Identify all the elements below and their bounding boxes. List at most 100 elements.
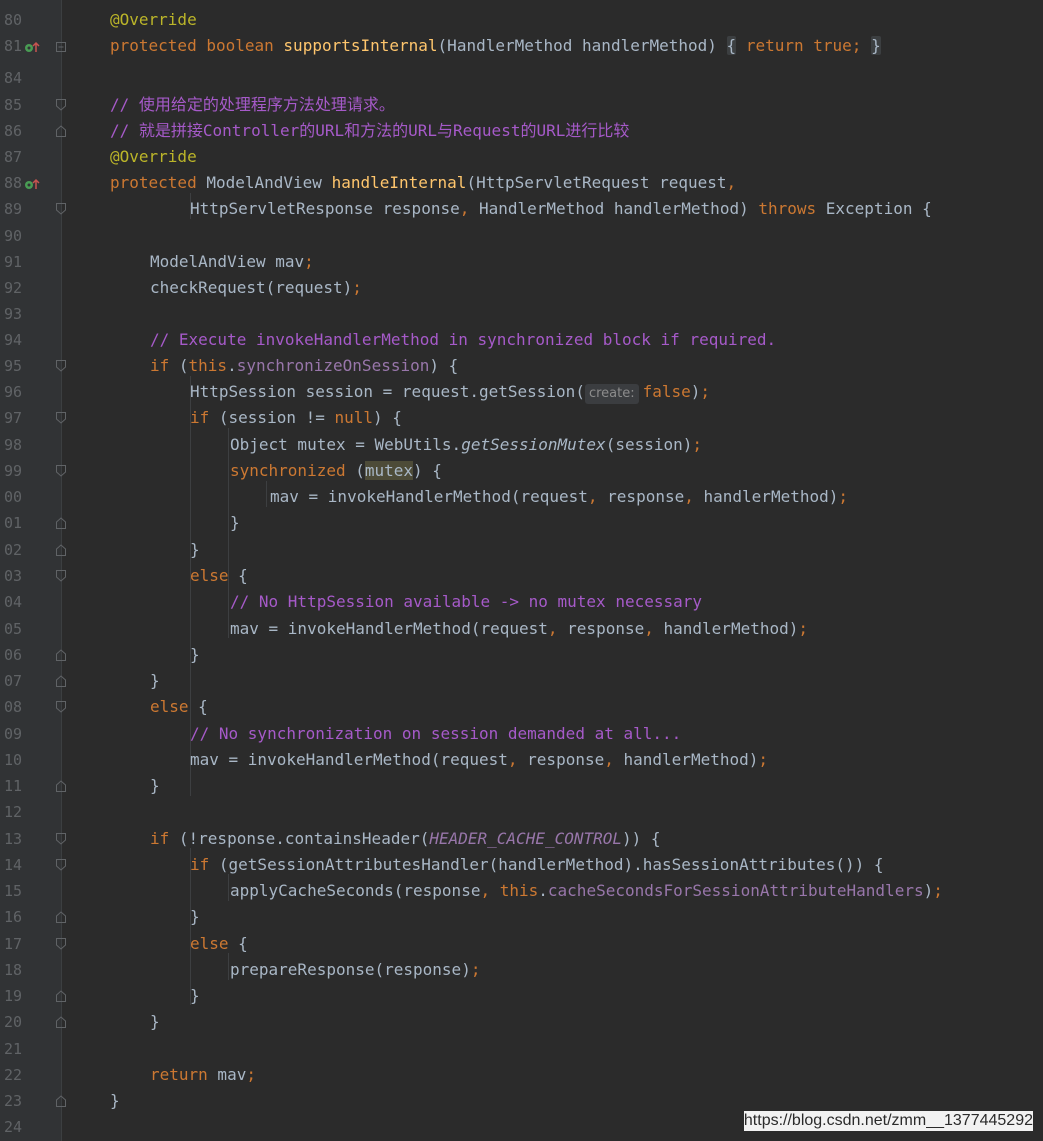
code-line: 16 } xyxy=(4,897,1043,926)
code-line: 84 xyxy=(4,58,1043,87)
line-number: 80 xyxy=(3,11,22,29)
fold-start-icon[interactable] xyxy=(55,857,67,871)
line-number: 91 xyxy=(3,253,22,271)
code-line: 98 Object mutex = WebUtils.getSessionMut… xyxy=(4,425,1043,454)
code-line: 06 } xyxy=(4,635,1043,664)
code-line: 88 protected ModelAndView handleInternal… xyxy=(4,163,1043,192)
folded-brace[interactable]: { xyxy=(726,36,737,55)
code-line: 17 else { xyxy=(4,924,1043,953)
line-number: 16 xyxy=(3,908,22,926)
line-number: 02 xyxy=(3,541,22,559)
code-editor[interactable]: 80 @Override 81 protected boolean suppor… xyxy=(4,0,1043,1141)
folded-brace[interactable]: } xyxy=(871,36,881,55)
override-method-icon[interactable] xyxy=(24,177,40,191)
code-line: 19 } xyxy=(4,976,1043,1005)
fold-end-icon[interactable] xyxy=(55,542,67,556)
line-number: 98 xyxy=(3,436,22,454)
code-line: 89 HttpServletResponse response, Handler… xyxy=(4,189,1043,218)
fold-end-icon[interactable] xyxy=(55,988,67,1002)
line-number: 00 xyxy=(3,488,22,506)
code-line: 09 // No synchronization on session dema… xyxy=(4,714,1043,743)
fold-start-icon[interactable] xyxy=(55,463,67,477)
line-number: 13 xyxy=(3,830,22,848)
line-number: 99 xyxy=(3,462,22,480)
code-line: 85 // 使用给定的处理程序方法处理请求。 xyxy=(4,85,1043,114)
fold-end-icon[interactable] xyxy=(55,778,67,792)
line-number: 08 xyxy=(3,698,22,716)
line-number: 96 xyxy=(3,383,22,401)
fold-start-icon[interactable] xyxy=(55,831,67,845)
code-line: 99 synchronized (mutex) { xyxy=(4,451,1043,480)
code-line: 07 } xyxy=(4,661,1043,690)
line-number: 88 xyxy=(3,174,22,192)
code-line: 04 // No HttpSession available -> no mut… xyxy=(4,582,1043,611)
method-name: supportsInternal xyxy=(283,36,438,55)
line-number: 86 xyxy=(3,122,22,140)
line-number: 90 xyxy=(3,227,22,245)
fold-end-icon[interactable] xyxy=(55,1014,67,1028)
fold-start-icon[interactable] xyxy=(55,410,67,424)
code-line: 02 } xyxy=(4,530,1043,559)
code-line: 97 if (session != null) { xyxy=(4,398,1043,427)
fold-end-icon[interactable] xyxy=(55,515,67,529)
override-method-icon[interactable] xyxy=(24,40,40,54)
fold-start-icon[interactable] xyxy=(55,568,67,582)
line-number: 93 xyxy=(3,305,22,323)
line-number: 22 xyxy=(3,1066,22,1084)
code-line: 13 if (!response.containsHeader(HEADER_C… xyxy=(4,819,1043,848)
fold-start-icon[interactable] xyxy=(55,97,67,111)
line-number: 20 xyxy=(3,1013,22,1031)
line-number: 24 xyxy=(3,1118,22,1136)
fold-start-icon[interactable] xyxy=(55,699,67,713)
fold-start-icon[interactable] xyxy=(55,358,67,372)
code-line: 93 xyxy=(4,294,1043,323)
line-number: 14 xyxy=(3,856,22,874)
keyword: true xyxy=(813,36,852,55)
code-line: 92 checkRequest(request); xyxy=(4,268,1043,297)
code-line: 08 else { xyxy=(4,687,1043,716)
fold-start-icon[interactable] xyxy=(55,201,67,215)
fold-end-icon[interactable] xyxy=(55,909,67,923)
line-number: 23 xyxy=(3,1092,22,1110)
code-line: 95 if (this.synchronizeOnSession) { xyxy=(4,346,1043,375)
fold-start-icon[interactable] xyxy=(55,936,67,950)
line-number: 95 xyxy=(3,357,22,375)
line-number: 81 xyxy=(3,37,22,55)
line-number: 07 xyxy=(3,672,22,690)
code-line: 00 mav = invokeHandlerMethod(request, re… xyxy=(4,477,1043,506)
line-number: 03 xyxy=(3,567,22,585)
fold-end-icon[interactable] xyxy=(55,673,67,687)
line-number: 85 xyxy=(3,96,22,114)
line-number: 21 xyxy=(3,1040,22,1058)
line-number: 12 xyxy=(3,803,22,821)
line-number: 89 xyxy=(3,200,22,218)
code-line: 90 xyxy=(4,216,1043,245)
fold-end-icon[interactable] xyxy=(55,647,67,661)
line-number: 10 xyxy=(3,751,22,769)
collapse-icon[interactable] xyxy=(55,38,67,52)
code-line: 10 mav = invokeHandlerMethod(request, re… xyxy=(4,740,1043,769)
code-line: 87 @Override xyxy=(4,137,1043,166)
line-number: 87 xyxy=(3,148,22,166)
code-line: 81 protected boolean supportsInternal(Ha… xyxy=(4,26,1043,55)
line-number: 92 xyxy=(3,279,22,297)
code-line: 18 prepareResponse(response); xyxy=(4,950,1043,979)
code-line: 14 if (getSessionAttributesHandler(handl… xyxy=(4,845,1043,874)
code-line: 22 return mav; xyxy=(4,1055,1043,1084)
line-number: 97 xyxy=(3,409,22,427)
line-number: 06 xyxy=(3,646,22,664)
code-line: 21 xyxy=(4,1029,1043,1058)
keyword: return xyxy=(745,36,804,55)
line-number: 18 xyxy=(3,961,22,979)
code-line: 80 @Override xyxy=(4,0,1043,29)
code-line: 96 HttpSession session = request.getSess… xyxy=(4,372,1043,404)
fold-end-icon[interactable] xyxy=(55,1093,67,1107)
code-line: 03 else { xyxy=(4,556,1043,585)
fold-end-icon[interactable] xyxy=(55,123,67,137)
semicolon: ; xyxy=(851,36,862,55)
code-line: 15 applyCacheSeconds(response, this.cach… xyxy=(4,871,1043,900)
code-line: 01 } xyxy=(4,503,1043,532)
line-number: 05 xyxy=(3,620,22,638)
line-number: 15 xyxy=(3,882,22,900)
line-number: 19 xyxy=(3,987,22,1005)
